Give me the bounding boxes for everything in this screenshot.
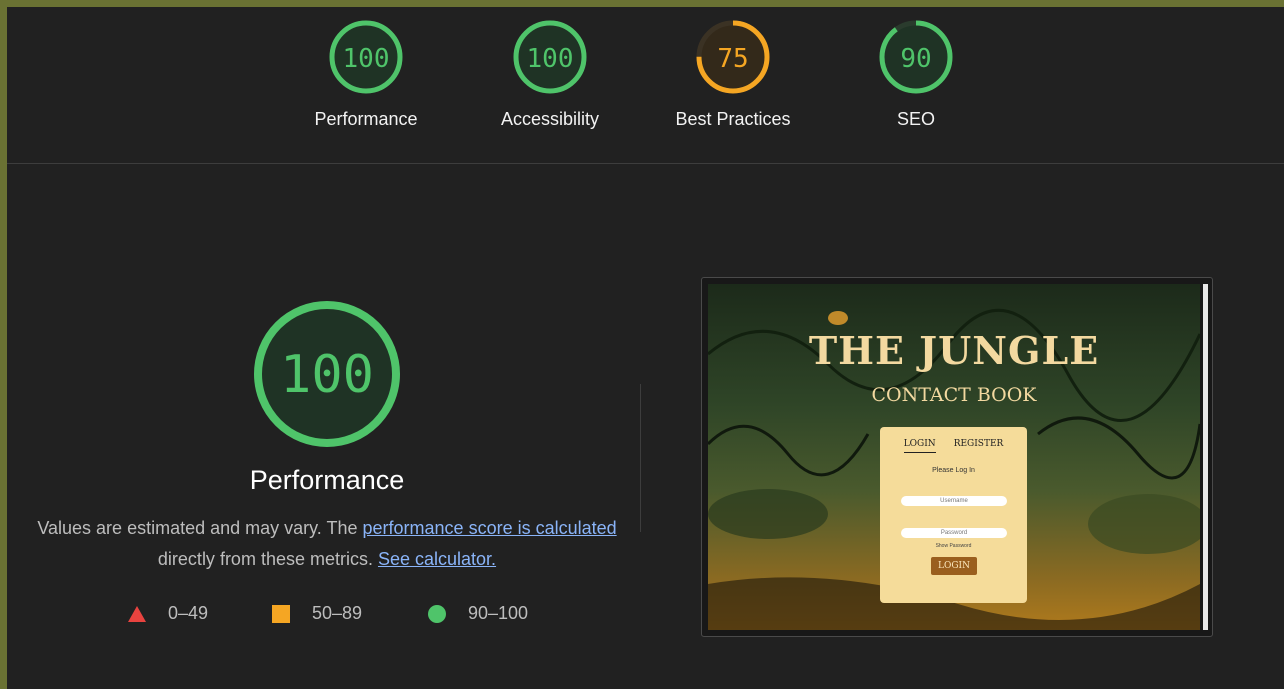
lighthouse-report: 100 Performance 100 Accessibility 75 Bes… (7, 7, 1284, 689)
gauge-score: 75 (717, 44, 748, 74)
gauge-label: Performance (314, 109, 418, 129)
legend-range: 50–89 (312, 603, 363, 623)
gauge-score: 100 (343, 44, 390, 74)
gauge-ring: 100 (329, 20, 403, 94)
large-gauge-ring: 100 (254, 301, 400, 447)
gauge-ring: 90 (879, 20, 953, 94)
gauge-seo[interactable]: 90 SEO (841, 19, 991, 130)
gauge-score: 90 (900, 44, 931, 74)
tab-login: LOGIN (903, 439, 936, 453)
performance-description: Values are estimated and may vary. The p… (37, 513, 617, 575)
gauge-ring: 100 (513, 20, 587, 94)
screenshot-image: THE JUNGLE CONTACT BOOK LOGIN REGISTER P… (708, 284, 1200, 630)
see-calculator-link[interactable]: See calculator. (378, 549, 496, 569)
desc-text: directly from these metrics. (157, 549, 378, 569)
triangle-icon (128, 605, 146, 622)
performance-gauge-large: 100 (247, 294, 407, 454)
final-screenshot[interactable]: THE JUNGLE CONTACT BOOK LOGIN REGISTER P… (701, 277, 1213, 637)
gauge-label: Accessibility (500, 109, 600, 129)
screenshot-scrollbar (1203, 284, 1208, 630)
gauge-label: Best Practices (675, 109, 791, 129)
performance-title: Performance (249, 465, 405, 495)
gauge-best-practices[interactable]: 75 Best Practices (658, 19, 808, 130)
jungle-title: THE JUNGLE (808, 328, 1100, 373)
gauge-performance[interactable]: 100 Performance (291, 19, 441, 130)
gauge-score: 100 (527, 44, 574, 74)
square-icon (272, 604, 290, 623)
username-field: Username (901, 496, 1007, 506)
login-card: LOGIN REGISTER Please Log In Username Pa… (880, 427, 1027, 603)
password-field: Password (901, 528, 1007, 538)
jungle-subtitle: CONTACT BOOK (871, 384, 1037, 406)
performance-score: 100 (280, 345, 374, 405)
gauge-accessibility[interactable]: 100 Accessibility (475, 19, 625, 130)
gauge-ring: 75 (696, 20, 770, 94)
legend-range: 0–49 (168, 603, 209, 623)
login-prompt: Please Log In (932, 467, 975, 474)
gauge-label: SEO (896, 109, 935, 129)
performance-score-link[interactable]: performance score is calculated (363, 518, 617, 538)
desc-text: Values are estimated and may vary. The (37, 518, 363, 538)
score-legend: 0–49 50–89 90–100 (7, 603, 647, 627)
login-button: LOGIN (931, 557, 977, 575)
divider (640, 384, 641, 532)
show-password: Show Password (935, 543, 972, 549)
legend-range: 90–100 (468, 603, 529, 623)
legend-pass: 90–100 (428, 603, 528, 624)
legend-fail: 0–49 (128, 603, 208, 624)
circle-icon (428, 604, 446, 623)
score-gauges: 100 Performance 100 Accessibility 75 Bes… (7, 7, 1284, 164)
tab-register: REGISTER (953, 439, 1004, 449)
legend-average: 50–89 (272, 603, 362, 624)
